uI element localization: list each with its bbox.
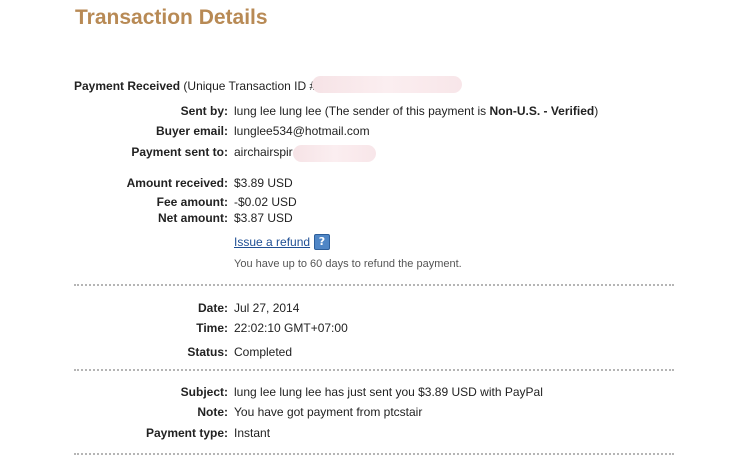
sender-note-prefix: (The sender of this payment is	[324, 104, 487, 118]
subject-value: lung lee lung lee has just sent you $3.8…	[234, 385, 543, 399]
page-title: Transaction Details	[75, 6, 268, 29]
fee-amount-value: -$0.02 USD	[234, 195, 297, 209]
divider	[74, 369, 674, 371]
net-amount-value: $3.87 USD	[234, 211, 293, 225]
payment-received-line: Payment Received (Unique Transaction ID …	[74, 79, 316, 93]
time-value: 22:02:10 GMT+07:00	[234, 321, 348, 335]
buyer-email-label: Buyer email:	[155, 124, 228, 138]
payment-sent-to-value: airchairspir	[234, 145, 293, 159]
sender-name: lung lee lung lee	[234, 104, 322, 118]
status-label: Status:	[187, 345, 228, 359]
subject-label: Subject:	[180, 385, 228, 399]
buyer-email-row: Buyer email: lunglee534@hotmail.com	[0, 124, 751, 140]
buyer-email-value: lunglee534@hotmail.com	[234, 124, 370, 138]
subject-row: Subject: lung lee lung lee has just sent…	[0, 385, 751, 401]
amount-received-label: Amount received:	[126, 176, 228, 190]
sent-by-value: lung lee lung lee (The sender of this pa…	[234, 104, 598, 118]
transaction-id-prefix: (Unique Transaction ID #	[183, 79, 317, 93]
payment-received-label: Payment Received	[74, 79, 181, 93]
payment-type-row: Payment type: Instant	[0, 426, 751, 442]
fee-amount-row: Fee amount: -$0.02 USD	[0, 195, 751, 211]
divider	[74, 453, 674, 455]
date-label: Date:	[197, 301, 228, 315]
sender-status: Non-U.S. - Verified	[489, 104, 595, 118]
net-amount-row: Net amount: $3.87 USD	[0, 211, 751, 227]
redacted-recipient	[293, 145, 376, 162]
sent-by-row: Sent by: lung lee lung lee (The sender o…	[0, 104, 751, 120]
amount-received-row: Amount received: $3.89 USD	[0, 176, 751, 192]
time-label: Time:	[196, 321, 228, 335]
payment-sent-to-label: Payment sent to:	[131, 145, 228, 159]
status-row: Status: Completed	[0, 345, 751, 361]
note-label: Note:	[197, 405, 228, 419]
payment-type-label: Payment type:	[145, 426, 228, 440]
divider	[74, 284, 674, 286]
issue-refund-link[interactable]: Issue a refund	[234, 235, 310, 249]
refund-note: You have up to 60 days to refund the pay…	[234, 258, 462, 270]
time-row: Time: 22:02:10 GMT+07:00	[0, 321, 751, 337]
help-icon[interactable]: ?	[314, 234, 330, 250]
redacted-transaction-id	[312, 76, 462, 93]
status-value: Completed	[234, 345, 293, 359]
note-value: You have got payment from ptcstair	[234, 405, 423, 419]
note-row: Note: You have got payment from ptcstair	[0, 405, 751, 421]
net-amount-label: Net amount:	[158, 211, 228, 225]
fee-amount-label: Fee amount:	[156, 195, 228, 209]
date-row: Date: Jul 27, 2014	[0, 301, 751, 317]
amount-received-value: $3.89 USD	[234, 176, 293, 190]
sent-by-label: Sent by:	[180, 104, 228, 118]
sender-note-suffix: )	[594, 104, 599, 118]
date-value: Jul 27, 2014	[234, 301, 300, 315]
payment-type-value: Instant	[234, 426, 271, 440]
